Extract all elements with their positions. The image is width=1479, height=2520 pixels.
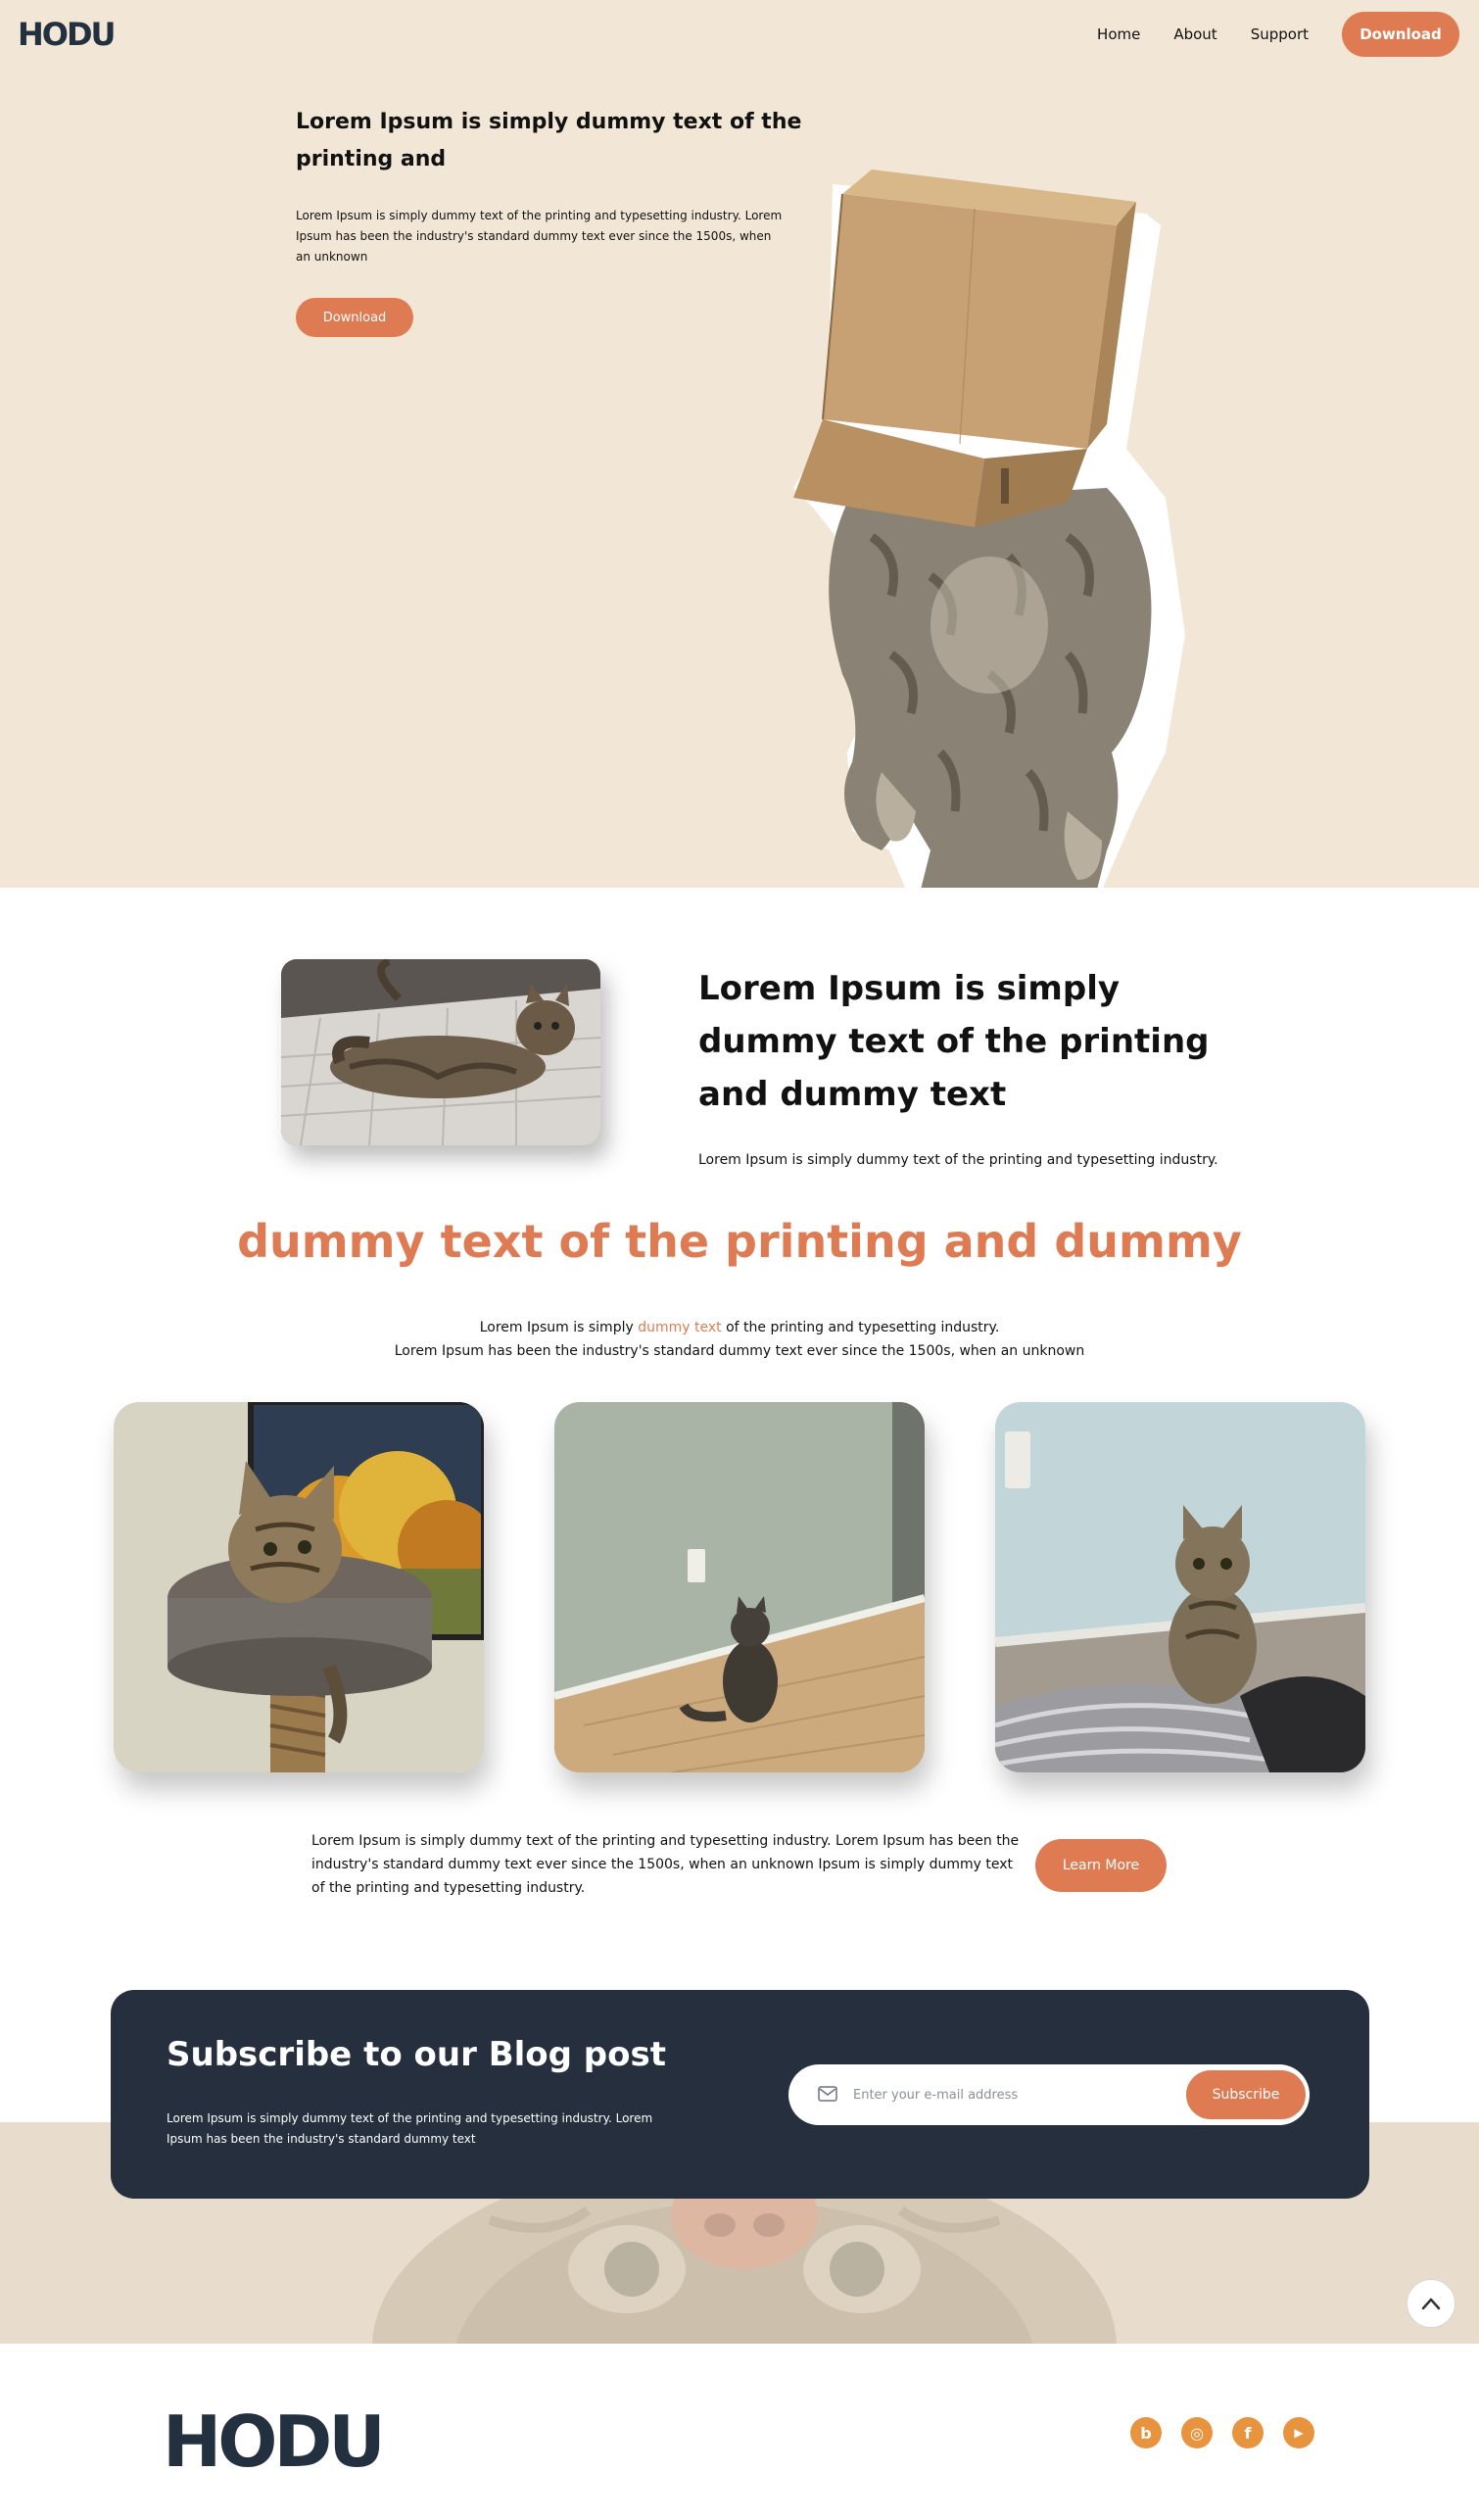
subscribe-section: Subscribe to our Blog post Lorem Ipsum i… [111, 1990, 1369, 2199]
logo-text: HODU [18, 16, 117, 53]
hero-section: HODU Home About Support Download Lorem I… [0, 0, 1479, 888]
instagram-icon[interactable]: ◎ [1181, 2417, 1213, 2448]
main-nav: Home About Support Download [1097, 12, 1459, 57]
highlight-text: dummy text [638, 1320, 722, 1335]
gallery-card-cat-tower[interactable] [114, 1402, 484, 1772]
footer-logo[interactable]: HODU [163, 2400, 386, 2483]
scroll-to-top-button[interactable] [1407, 2279, 1455, 2328]
mail-icon [818, 2086, 837, 2102]
about-title: Lorem Ipsum is simply dummy text of the … [698, 969, 1210, 1114]
subscribe-title: Subscribe to our Blog post [167, 2035, 666, 2074]
subscribe-form: Subscribe [788, 2064, 1310, 2125]
header-logo[interactable]: HODU [18, 16, 117, 53]
chevron-up-icon [1421, 2298, 1441, 2310]
about-cat-photo [281, 959, 600, 1145]
nav-about-link[interactable]: About [1173, 25, 1217, 43]
social-links: b ◎ f ▶ [1130, 2417, 1314, 2448]
hero-cat-image [793, 170, 1185, 888]
gallery-card-cat-sitting[interactable] [995, 1402, 1365, 1772]
cta-text: Lorem Ipsum is simply dummy text of the … [311, 1833, 1020, 1896]
hero-text: Lorem Ipsum is simply dummy text of the … [296, 209, 783, 264]
hero-title: Lorem Ipsum is simply dummy text of the … [296, 110, 802, 171]
section-text-line1: Lorem Ipsum is simply dummy text of the … [479, 1320, 1000, 1335]
facebook-icon[interactable]: f [1232, 2417, 1264, 2448]
nav-support-link[interactable]: Support [1251, 25, 1309, 43]
subscribe-button[interactable]: Subscribe [1186, 2070, 1306, 2119]
learn-more-button[interactable]: Learn More [1035, 1839, 1167, 1892]
nav-download-button[interactable]: Download [1342, 12, 1459, 57]
about-text: Lorem Ipsum is simply dummy text of the … [698, 1152, 1218, 1168]
gallery-section-text: Lorem Ipsum is simply dummy text of the … [0, 1316, 1479, 1363]
blog-icon[interactable]: b [1130, 2417, 1162, 2448]
email-input[interactable] [853, 2076, 1167, 2113]
subscribe-text: Lorem Ipsum is simply dummy text of the … [167, 2111, 653, 2146]
nav-home-link[interactable]: Home [1097, 25, 1140, 43]
footer-logo-text: HODU [163, 2400, 386, 2483]
hero-download-button[interactable]: Download [296, 298, 413, 337]
gallery-section-title: dummy text of the printing and dummy [237, 1215, 1242, 1268]
gallery-card-cat-wall[interactable] [554, 1402, 925, 1772]
section-text-line2: Lorem Ipsum has been the industry's stan… [394, 1343, 1085, 1359]
youtube-icon[interactable]: ▶ [1283, 2417, 1314, 2448]
